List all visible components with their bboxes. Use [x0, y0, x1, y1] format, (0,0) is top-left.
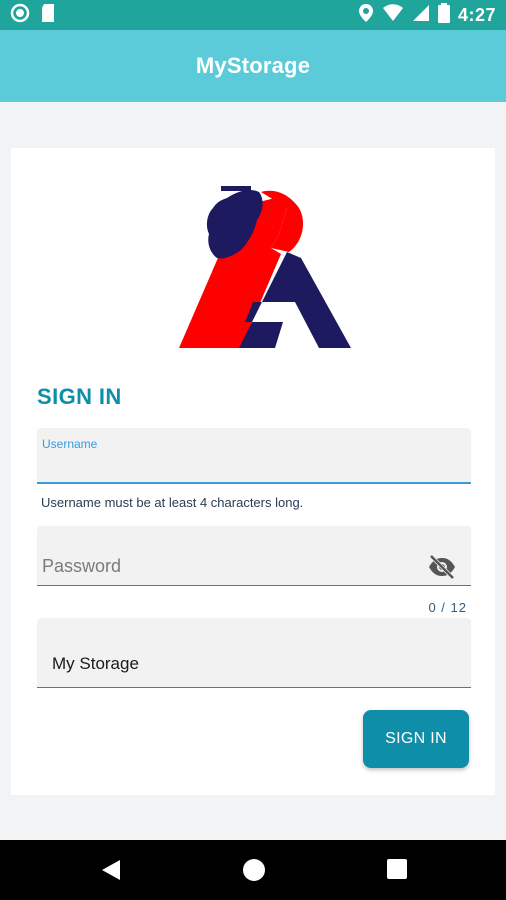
sync-icon [10, 3, 30, 27]
wifi-icon [382, 4, 404, 26]
storage-value: My Storage [52, 654, 139, 673]
password-char-counter: 0 / 12 [428, 600, 467, 615]
username-helper-text: Username must be at least 4 characters l… [41, 495, 304, 510]
app-logo [179, 186, 355, 350]
status-time: 4:27 [457, 4, 496, 25]
username-label: Username [42, 437, 98, 451]
signal-icon [412, 4, 430, 26]
location-icon [358, 3, 374, 27]
sd-card-icon [40, 3, 56, 27]
sign-in-button[interactable]: SIGN IN [363, 710, 469, 768]
app-title: MyStorage [195, 53, 311, 78]
eye-off-icon[interactable] [427, 554, 457, 580]
sign-in-heading: SIGN IN [37, 384, 122, 409]
storage-select[interactable]: My Storage [37, 618, 471, 688]
home-icon[interactable] [242, 858, 266, 886]
password-field[interactable]: Password [37, 526, 471, 586]
navigation-bar [0, 840, 506, 900]
password-placeholder: Password [42, 556, 122, 576]
recents-icon[interactable] [386, 858, 408, 884]
battery-icon [437, 3, 450, 27]
app-bar: MyStorage [0, 30, 506, 102]
status-bar: 4:27 [0, 0, 506, 30]
sign-in-card: SIGN IN Username Username must be at lea… [11, 148, 495, 795]
back-icon[interactable] [100, 858, 122, 886]
username-field[interactable]: Username [37, 428, 471, 484]
